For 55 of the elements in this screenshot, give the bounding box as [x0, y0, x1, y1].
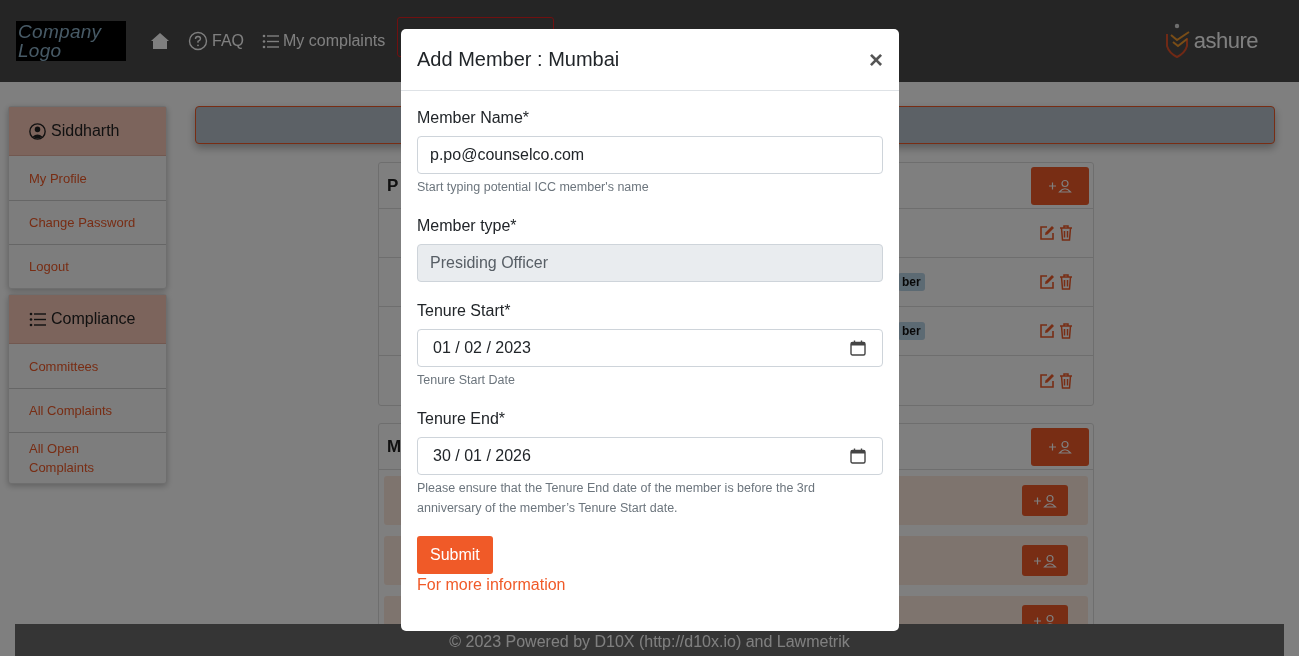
- sidebar-link[interactable]: Committees: [9, 344, 166, 388]
- help-text: Start typing potential ICC member's name: [417, 179, 650, 196]
- field-label: Member Name*: [417, 109, 531, 127]
- role-badge: ber: [898, 273, 925, 291]
- sidebar-link[interactable]: Change Password: [9, 200, 166, 244]
- user-icon: [29, 122, 46, 140]
- field-label: Tenure Start*: [417, 302, 512, 320]
- sidebar-heading-text: Compliance: [51, 310, 136, 328]
- sidebar-link[interactable]: Logout: [9, 244, 166, 288]
- date-field[interactable]: 30 / 01 / 2026: [417, 437, 883, 475]
- sidebar-heading-text: Siddharth: [51, 122, 120, 140]
- trash-icon[interactable]: [1059, 225, 1073, 241]
- edit-icon[interactable]: [1039, 274, 1055, 290]
- brand-name: ashure: [1193, 28, 1258, 54]
- role-badge: ber: [898, 322, 925, 340]
- close-button[interactable]: ×: [869, 45, 883, 74]
- sidebar-link[interactable]: All Complaints: [9, 388, 166, 432]
- footer-text: © 2023 Powered by D10X (http://d10x.io) and Lawmetrik: [449, 634, 850, 650]
- list-icon: [262, 33, 279, 49]
- info-link[interactable]: For more information: [417, 576, 566, 594]
- card-heading: P: [387, 175, 399, 196]
- nav-link[interactable]: My complaints: [262, 32, 386, 50]
- help-text: Tenure Start Date: [417, 372, 516, 389]
- add-member-button[interactable]: [1022, 545, 1068, 576]
- trash-icon[interactable]: [1059, 323, 1073, 339]
- date-field[interactable]: 01 / 02 / 2023: [417, 329, 883, 367]
- add-member-button[interactable]: [1031, 166, 1089, 205]
- add-member-button[interactable]: [1022, 485, 1068, 516]
- calendar-icon[interactable]: [850, 448, 866, 464]
- trash-icon[interactable]: [1059, 274, 1073, 290]
- add-user-icon: [1033, 553, 1057, 568]
- calendar-icon[interactable]: [850, 340, 866, 356]
- help-text: Please ensure that the Tenure End date of the member is before the 3rd anniversary of the member’s Tenure Start date.: [417, 480, 816, 517]
- home-icon[interactable]: [150, 32, 170, 50]
- add-user-icon: [1048, 439, 1072, 454]
- submit-button[interactable]: Submit: [417, 536, 493, 574]
- list-icon: [29, 311, 46, 327]
- field-label: Tenure End*: [417, 410, 507, 428]
- edit-icon[interactable]: [1039, 372, 1055, 389]
- input-field[interactable]: p.po@counselco.com: [417, 136, 883, 174]
- trash-icon[interactable]: [1059, 372, 1073, 389]
- shield-logo-icon: [1164, 23, 1191, 59]
- company-logo: Company Logo: [16, 21, 126, 61]
- edit-icon[interactable]: [1039, 323, 1055, 339]
- question-icon: [188, 31, 208, 51]
- field-label: Member type*: [417, 217, 518, 235]
- modal-title: Add Member : Mumbai: [417, 48, 620, 71]
- nav-link[interactable]: FAQ: [188, 31, 244, 51]
- sidebar-link[interactable]: My Profile: [9, 156, 166, 200]
- edit-icon[interactable]: [1039, 225, 1055, 241]
- sidebar-link[interactable]: All Open Complaints: [9, 432, 166, 483]
- add-user-icon: [1033, 493, 1057, 508]
- add-user-icon: [1048, 178, 1072, 193]
- card-heading: M: [387, 436, 402, 457]
- add-member-button[interactable]: [1031, 427, 1089, 466]
